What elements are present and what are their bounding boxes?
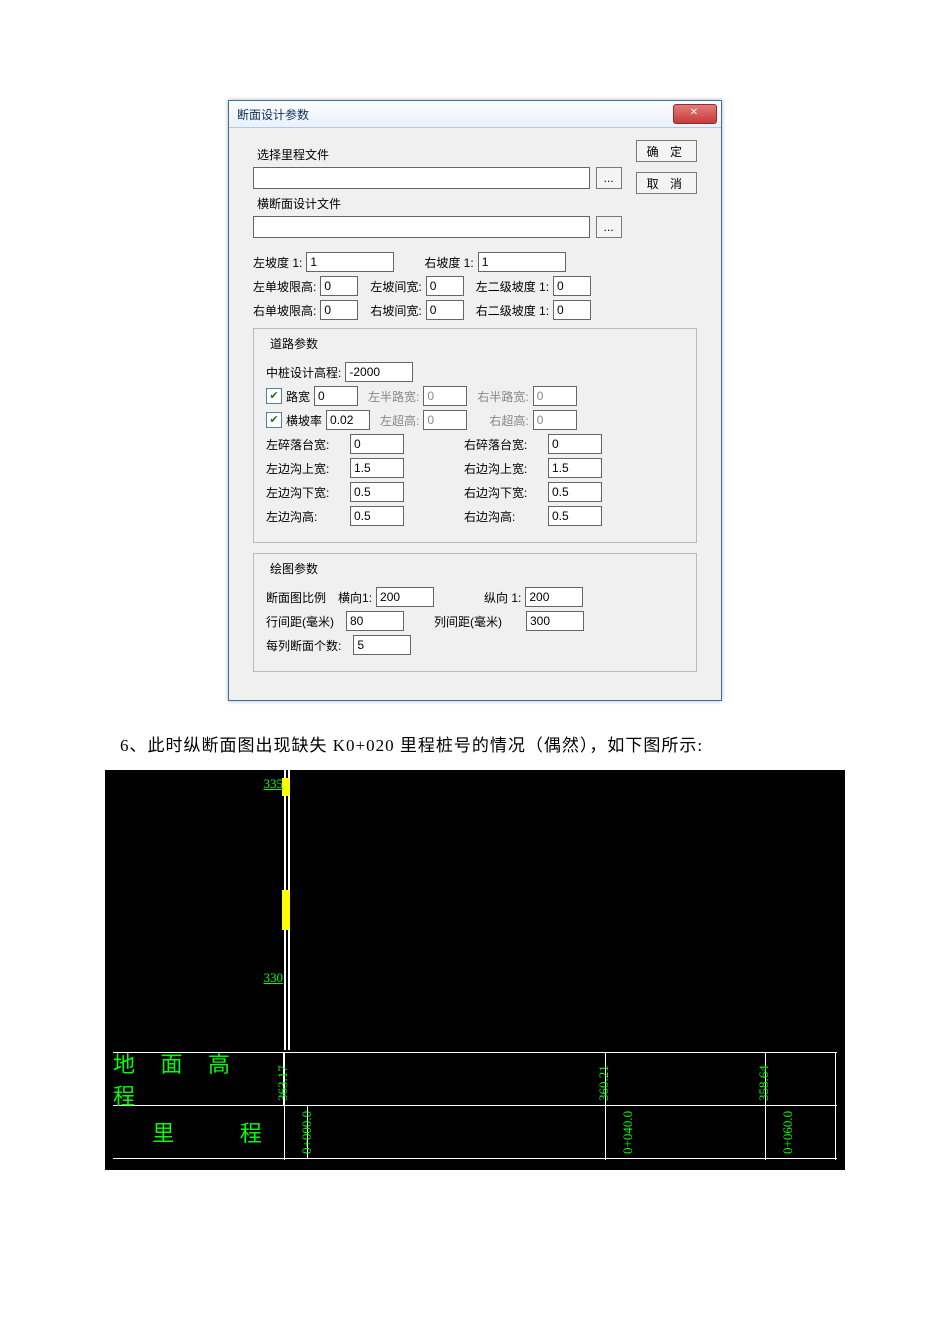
left-slope-input[interactable]: [306, 252, 394, 272]
mile-v2: 0+060.0: [780, 1111, 796, 1154]
elev-v0: 363.17: [275, 1065, 291, 1101]
left-super-input: [423, 410, 467, 430]
cross-section-browse-button[interactable]: ...: [596, 216, 622, 238]
right-ditch-h-label: 右边沟高:: [464, 508, 544, 525]
right-ditch-bot-input[interactable]: [548, 482, 602, 502]
mileage-file-input[interactable]: [253, 167, 590, 189]
left-ditch-bot-label: 左边沟下宽:: [266, 484, 346, 501]
right-half-width-label: 右半路宽:: [477, 388, 528, 405]
left-ditch-top-label: 左边沟上宽:: [266, 460, 346, 477]
left-super-label: 左超高:: [380, 412, 419, 429]
document-page: 断面设计参数 ✕ 选择里程文件 ... 横断面设计文件 ...: [0, 0, 950, 1230]
scale-label: 断面图比例: [266, 589, 326, 606]
close-icon: ✕: [690, 107, 700, 118]
left-ditch-top-input[interactable]: [350, 458, 404, 478]
road-width-input[interactable]: [314, 386, 358, 406]
profile-table: 地 面 高 程 363.17 360.21 358.64 里 程 0+000.0…: [113, 1052, 837, 1159]
caption-text: 6、此时纵断面图出现缺失 K0+020 里程桩号的情况（偶然），如下图所示:: [120, 731, 950, 756]
right-super-input: [533, 410, 577, 430]
vert-input[interactable]: [525, 587, 583, 607]
left-slope-gap-input[interactable]: [426, 276, 464, 296]
right-slope-gap-label: 右坡间宽:: [370, 302, 421, 319]
dialog-title: 断面设计参数: [237, 106, 309, 123]
y-tick-335: 335: [264, 776, 284, 792]
draw-params-group: 绘图参数 断面图比例 横向1: 纵向 1: 行间距(毫米) 列间距(毫米): [253, 553, 697, 672]
left-bench-w-label: 左碎落台宽:: [266, 436, 346, 453]
titlebar: 断面设计参数 ✕: [229, 101, 721, 128]
col-gap-input[interactable]: [526, 611, 584, 631]
left-slope-label: 左坡度 1:: [253, 254, 302, 271]
road-params-group: 道路参数 中桩设计高程: ✔ 路宽 左半路宽: 右半路宽:: [253, 328, 697, 543]
mile-v1: 0+040.0: [620, 1111, 636, 1154]
right-slope-label: 右坡度 1:: [424, 254, 473, 271]
cross-slope-checkbox[interactable]: ✔: [266, 412, 282, 428]
left-ditch-h-label: 左边沟高:: [266, 508, 346, 525]
ok-button[interactable]: 确 定: [636, 140, 697, 162]
left-sec-slope-label: 左二级坡度 1:: [476, 278, 549, 295]
cross-slope-input[interactable]: [326, 410, 370, 430]
road-params-title: 道路参数: [266, 335, 322, 352]
cross-section-file-input[interactable]: [253, 216, 590, 238]
right-sec-slope-input[interactable]: [553, 300, 591, 320]
left-bench-w-input[interactable]: [350, 434, 404, 454]
elevation-row-data: 363.17 360.21 358.64: [284, 1053, 837, 1105]
cross-slope-cb-label: 横坡率: [286, 412, 322, 429]
left-single-slope-h-input[interactable]: [320, 276, 358, 296]
right-single-slope-h-input[interactable]: [320, 300, 358, 320]
right-ditch-top-label: 右边沟上宽:: [464, 460, 544, 477]
mileage-row-label: 里 程: [113, 1106, 308, 1158]
right-slope-input[interactable]: [478, 252, 566, 272]
left-slope-gap-label: 左坡间宽:: [370, 278, 421, 295]
row-gap-input[interactable]: [346, 611, 404, 631]
road-width-checkbox[interactable]: ✔: [266, 388, 282, 404]
right-super-label: 右超高:: [489, 412, 528, 429]
marker-mid: [282, 890, 290, 930]
mileage-row-data: 0+000.0 0+040.0 0+060.0: [308, 1106, 837, 1158]
row-gap-label: 行间距(毫米): [266, 613, 334, 630]
draw-params-title: 绘图参数: [266, 560, 322, 577]
right-bench-w-label: 右碎落台宽:: [464, 436, 544, 453]
mileage-browse-button[interactable]: ...: [596, 167, 622, 189]
elev-v1: 360.21: [596, 1065, 612, 1101]
y-tick-330: 330: [264, 970, 284, 986]
right-sec-slope-label: 右二级坡度 1:: [476, 302, 549, 319]
vert-label: 纵向 1:: [484, 589, 521, 606]
elev-v2: 358.64: [756, 1065, 772, 1101]
close-button[interactable]: ✕: [673, 104, 717, 124]
horiz-input[interactable]: [376, 587, 434, 607]
per-col-input[interactable]: [353, 635, 411, 655]
marker-top: [282, 778, 290, 796]
right-half-width-input: [533, 386, 577, 406]
left-half-width-label: 左半路宽:: [368, 388, 419, 405]
section-design-dialog: 断面设计参数 ✕ 选择里程文件 ... 横断面设计文件 ...: [228, 100, 722, 701]
right-ditch-bot-label: 右边沟下宽:: [464, 484, 544, 501]
left-single-slope-h-label: 左单坡限高:: [253, 278, 316, 295]
right-slope-gap-input[interactable]: [426, 300, 464, 320]
right-ditch-h-input[interactable]: [548, 506, 602, 526]
dialog-body: 选择里程文件 ... 横断面设计文件 ... 确 定 取 消: [229, 128, 721, 700]
col-gap-label: 列间距(毫米): [434, 613, 502, 630]
right-single-slope-h-label: 右单坡限高:: [253, 302, 316, 319]
right-ditch-top-input[interactable]: [548, 458, 602, 478]
per-col-label: 每列断面个数:: [266, 637, 341, 654]
horiz-label: 横向1:: [338, 589, 372, 606]
left-ditch-h-input[interactable]: [350, 506, 404, 526]
right-bench-w-input[interactable]: [548, 434, 602, 454]
elevation-row-label: 地 面 高 程: [113, 1053, 284, 1105]
mile-v0: 0+000.0: [299, 1111, 315, 1154]
mileage-row: 里 程 0+000.0 0+040.0 0+060.0: [113, 1105, 837, 1159]
left-ditch-bot-input[interactable]: [350, 482, 404, 502]
elevation-row: 地 面 高 程 363.17 360.21 358.64: [113, 1052, 837, 1105]
left-half-width-input: [423, 386, 467, 406]
profile-chart: 335 330 地 面 高 程 363.17 360.21 358.64 里 程…: [105, 770, 845, 1170]
left-sec-slope-input[interactable]: [553, 276, 591, 296]
cancel-button[interactable]: 取 消: [636, 172, 697, 194]
road-width-cb-label: 路宽: [286, 388, 310, 405]
center-stake-elev-input[interactable]: [345, 362, 413, 382]
center-stake-elev-label: 中桩设计高程:: [266, 364, 341, 381]
select-mileage-label: 选择里程文件: [257, 146, 622, 163]
cross-section-file-label: 横断面设计文件: [257, 195, 622, 212]
